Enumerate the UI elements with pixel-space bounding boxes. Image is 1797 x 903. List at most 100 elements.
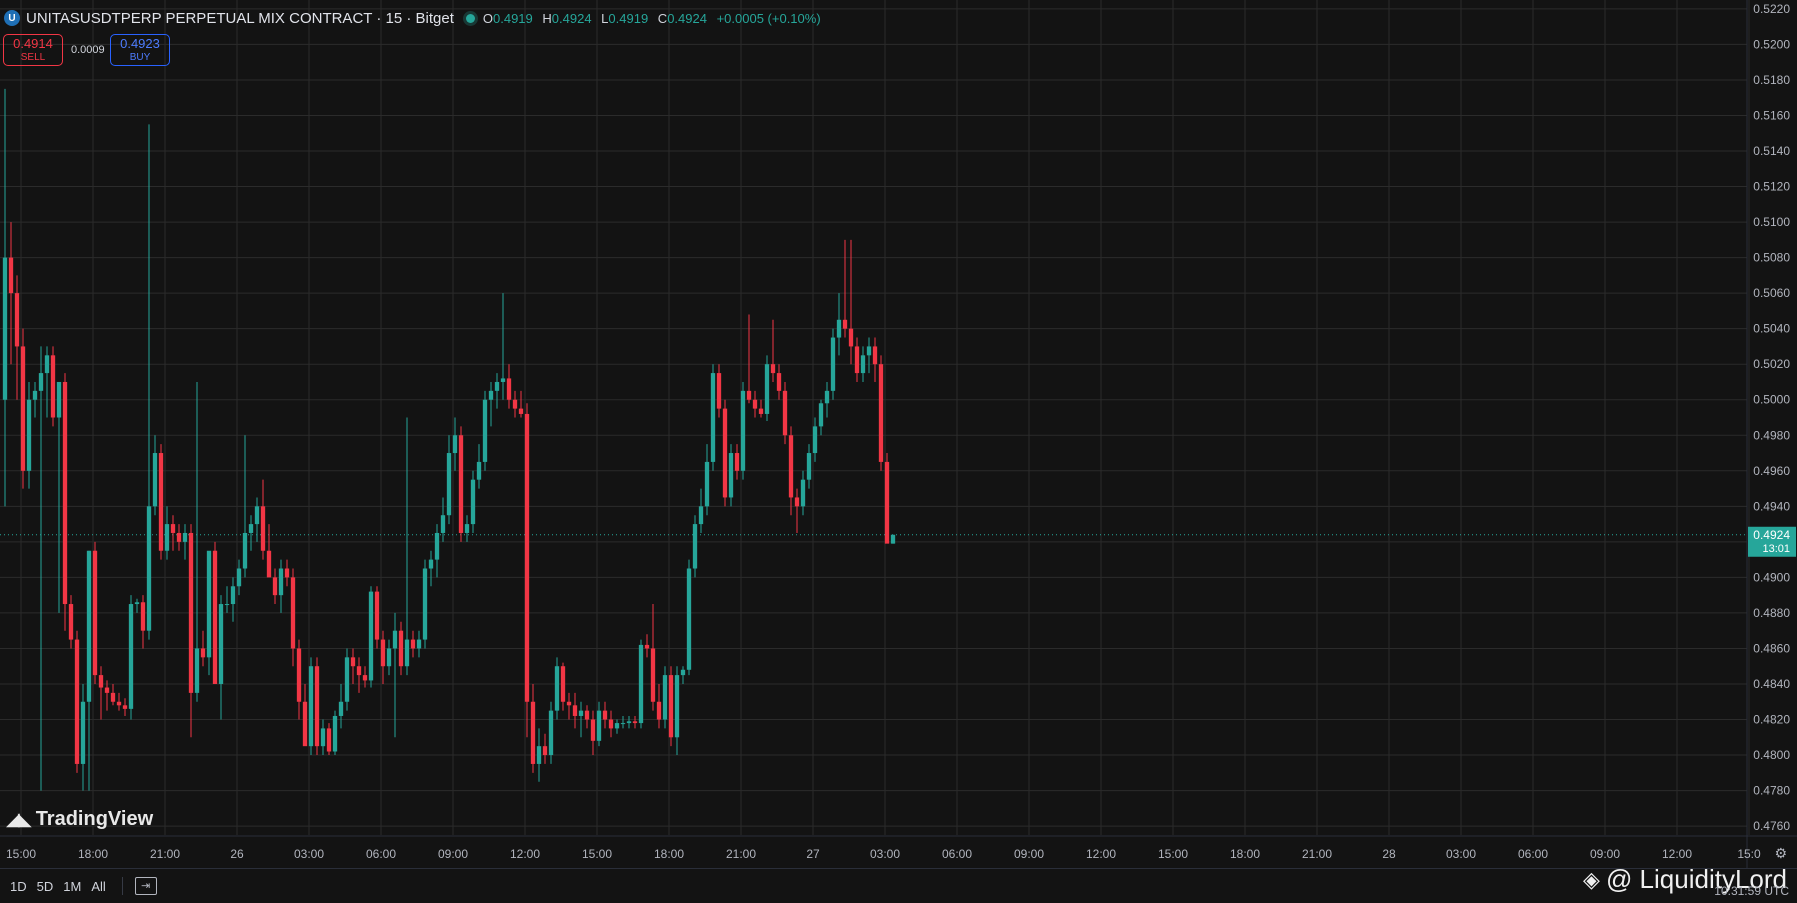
- candle-body: [200, 648, 206, 658]
- candle-body: [188, 532, 194, 693]
- range-1m-button[interactable]: 1M: [63, 879, 81, 894]
- market-status-icon[interactable]: [465, 13, 475, 23]
- candle-body: [230, 586, 236, 605]
- candle-body: [578, 710, 584, 716]
- candle-body: [632, 721, 638, 724]
- close-label: C: [657, 10, 668, 26]
- buy-button[interactable]: 0.4923 BUY: [110, 34, 170, 66]
- candle-body: [158, 453, 164, 551]
- candle-body: [674, 675, 680, 738]
- candle-body: [26, 399, 32, 471]
- candle-body: [782, 390, 788, 436]
- tradingview-logo[interactable]: ◢◣ TradingView: [6, 808, 153, 831]
- candle-body: [374, 591, 380, 640]
- time-tick-label: 18:00: [654, 847, 684, 861]
- time-axis[interactable]: 15:00 18:00 21:00 26 03:00 06:00 09:00 12:00 15:…: [0, 835, 1797, 861]
- candle-body: [68, 604, 74, 640]
- price-tick-label: 0.4860: [1753, 641, 1790, 655]
- candle-body: [584, 710, 590, 720]
- candle-body: [206, 550, 212, 658]
- price-axis[interactable]: 0.4760 0.4780 0.4800 0.4820 0.4840 0.4860 0.48…: [1746, 0, 1796, 868]
- candle-body: [536, 746, 542, 764]
- candle-body: [224, 604, 230, 606]
- candle-body: [602, 710, 608, 720]
- range-all-button[interactable]: All: [91, 879, 105, 894]
- range-1d-button[interactable]: 1D: [10, 879, 27, 894]
- candle-body: [290, 577, 296, 649]
- time-tick-label: 09:00: [1590, 847, 1620, 861]
- candle-body: [458, 435, 464, 533]
- utc-clock[interactable]: 10:31:59 UTC: [1714, 884, 1789, 898]
- candle-body: [350, 657, 356, 667]
- candle-body: [248, 524, 254, 533]
- time-tick-label: 09:00: [438, 847, 468, 861]
- candle-body: [686, 568, 692, 670]
- time-tick-label: 21:00: [726, 847, 756, 861]
- time-tick-label: 03:00: [294, 847, 324, 861]
- candle-body: [236, 568, 242, 587]
- candle-body: [824, 390, 830, 404]
- time-tick-label: 12:00: [1086, 847, 1116, 861]
- price-tick-label: 0.4760: [1753, 819, 1790, 833]
- price-tick-label: 0.5080: [1753, 251, 1790, 265]
- candle-body: [140, 602, 146, 631]
- candle-body: [80, 701, 86, 764]
- symbol-title[interactable]: UNITASUSDTPERP PERPETUAL MIX CONTRACT · …: [26, 10, 454, 27]
- candle-body: [524, 413, 530, 702]
- candle-body: [776, 373, 782, 391]
- candle-body: [800, 479, 806, 507]
- range-5d-button[interactable]: 5D: [37, 879, 54, 894]
- time-tick-label: 18:00: [1230, 847, 1260, 861]
- candle-body: [692, 524, 698, 569]
- candle-body: [788, 435, 794, 498]
- candle-body: [50, 355, 56, 418]
- candle-body: [794, 497, 800, 507]
- candle-body: [464, 524, 470, 533]
- candle-body: [308, 666, 314, 747]
- candle-body: [38, 373, 44, 391]
- candle-body: [314, 666, 320, 747]
- candle-body: [572, 705, 578, 716]
- candle-body: [218, 604, 224, 684]
- buy-label: BUY: [129, 52, 151, 63]
- bottom-toolbar: 1D 5D 1M All ⇥: [0, 868, 1797, 903]
- candle-body: [20, 346, 26, 471]
- candle-body: [884, 461, 890, 544]
- candle-body: [212, 550, 218, 684]
- candle-body: [500, 378, 506, 382]
- open-label: O: [482, 10, 493, 26]
- price-tick-label: 0.5220: [1753, 2, 1790, 16]
- candle-body: [284, 568, 290, 578]
- candle-body: [854, 346, 860, 374]
- go-to-date-icon[interactable]: ⇥: [134, 877, 157, 895]
- gear-icon[interactable]: ⚙: [1774, 845, 1787, 862]
- candle-body: [434, 532, 440, 560]
- low-value: 0.4919: [608, 10, 649, 26]
- candle-body: [410, 639, 416, 649]
- sell-button[interactable]: 0.4914 SELL: [3, 34, 63, 66]
- bar-countdown-label: 13:01: [1762, 543, 1790, 555]
- price-chart[interactable]: 0.4760 0.4780 0.4800 0.4820 0.4840 0.4860 0.48…: [0, 0, 1797, 868]
- price-tick-label: 0.4960: [1753, 464, 1790, 478]
- candle-body: [872, 346, 878, 365]
- candle-body: [110, 692, 116, 702]
- time-tick-label: 26: [230, 847, 244, 861]
- high-value: 0.4924: [551, 10, 592, 26]
- candle-body: [2, 257, 8, 400]
- candle-body: [590, 719, 596, 741]
- change-value: +0.0005 (+0.10%): [716, 10, 821, 26]
- candle-body: [716, 373, 722, 409]
- candle-body: [470, 479, 476, 525]
- time-tick-label: 06:00: [1518, 847, 1548, 861]
- candle-body: [848, 328, 854, 347]
- candle-body: [830, 337, 836, 391]
- candle-body: [146, 506, 152, 631]
- chart-grid: [0, 0, 1750, 835]
- tradingview-logo-icon: ◢◣: [6, 809, 32, 829]
- candle-body: [488, 390, 494, 400]
- candle-body: [554, 666, 560, 711]
- candle-body: [398, 630, 404, 667]
- candle-body: [104, 687, 110, 693]
- candle-body: [608, 719, 614, 729]
- time-tick-label: 06:00: [942, 847, 972, 861]
